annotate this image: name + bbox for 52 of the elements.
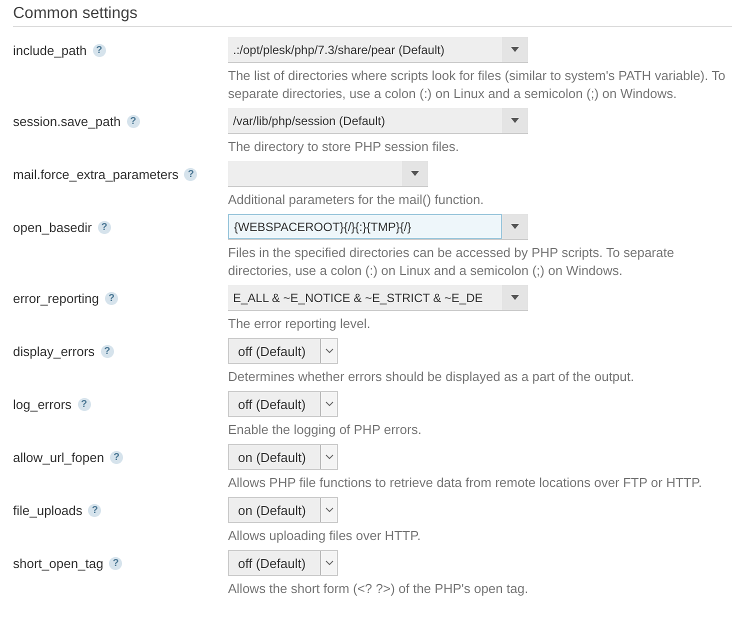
value-field[interactable] <box>228 161 402 186</box>
setting-description: The error reporting level. <box>228 315 372 333</box>
dropdown-button[interactable] <box>502 214 528 239</box>
setting-name: include_path <box>13 42 87 58</box>
chevron-icon <box>324 454 334 460</box>
setting-description: Files in the specified directories can be accessed by PHP scripts. To separate directories, use a colon (:) on Linux and a semicolon (;) on Windows. <box>228 244 676 280</box>
setting-name: session.save_path <box>13 114 121 128</box>
setting-description: Determines whether errors should be displayed as a part of the output. <box>228 368 636 386</box>
setting-name: error_reporting <box>13 290 99 306</box>
caret-icon <box>511 47 519 52</box>
help-button[interactable]: ? <box>109 556 122 570</box>
help-button[interactable]: ? <box>110 450 124 464</box>
select-dropdown[interactable]: off (Default) <box>228 550 338 576</box>
dropdown-button[interactable] <box>402 161 428 186</box>
setting-description: Allows uploading files over HTTP. <box>228 527 422 545</box>
select-dropdown[interactable]: on (Default) <box>228 444 338 470</box>
setting-description: Additional parameters for the mail() function. <box>228 191 485 209</box>
setting-description: Allows the short form (<? ?>) of the PHP's open tag. <box>228 580 530 598</box>
caret-icon <box>511 295 519 300</box>
setting-name: allow_url_fopen <box>13 450 104 464</box>
help-button[interactable]: ? <box>88 504 102 516</box>
setting-name: mail.force_extra_parameters <box>13 166 178 182</box>
setting-name: short_open_tag <box>13 556 104 570</box>
setting-name: file_uploads <box>13 502 82 518</box>
help-button[interactable]: ? <box>126 114 140 128</box>
help-button[interactable]: ? <box>78 398 91 410</box>
chevron-icon <box>324 507 334 513</box>
section-title: Common settings <box>13 5 138 23</box>
chevron-icon <box>324 348 334 354</box>
help-button[interactable]: ? <box>105 292 118 304</box>
dropdown-button[interactable] <box>502 37 528 62</box>
setting-name: display_errors <box>13 344 95 358</box>
help-button[interactable]: ? <box>184 168 198 180</box>
help-button[interactable]: ? <box>98 220 111 234</box>
setting-description: The list of directories where scripts look for files (similar to system's PATH variable). To separate directories, use a colon (:) on Linux and a semicolon (;) on Windows. <box>228 67 726 103</box>
help-button[interactable]: ? <box>92 44 106 56</box>
chevron-icon <box>324 560 334 566</box>
select-dropdown[interactable]: off (Default) <box>228 338 338 364</box>
setting-description: Allows PHP file functions to retrieve data from remote locations over FTP or HTTP. <box>228 474 703 492</box>
select-dropdown[interactable]: off (Default) <box>228 391 338 417</box>
select-dropdown[interactable]: on (Default) <box>228 497 338 523</box>
caret-icon <box>511 224 519 229</box>
caret-icon <box>511 118 519 123</box>
help-button[interactable]: ? <box>100 344 114 358</box>
dropdown-button[interactable] <box>502 285 528 310</box>
setting-description: Enable the logging of PHP errors. <box>228 421 422 439</box>
setting-name: open_basedir <box>13 220 92 234</box>
setting-name: log_errors <box>13 396 72 412</box>
dropdown-button[interactable] <box>502 108 528 133</box>
setting-description: The directory to store PHP session files. <box>228 138 460 156</box>
chevron-icon <box>324 401 334 407</box>
caret-icon <box>411 171 419 176</box>
